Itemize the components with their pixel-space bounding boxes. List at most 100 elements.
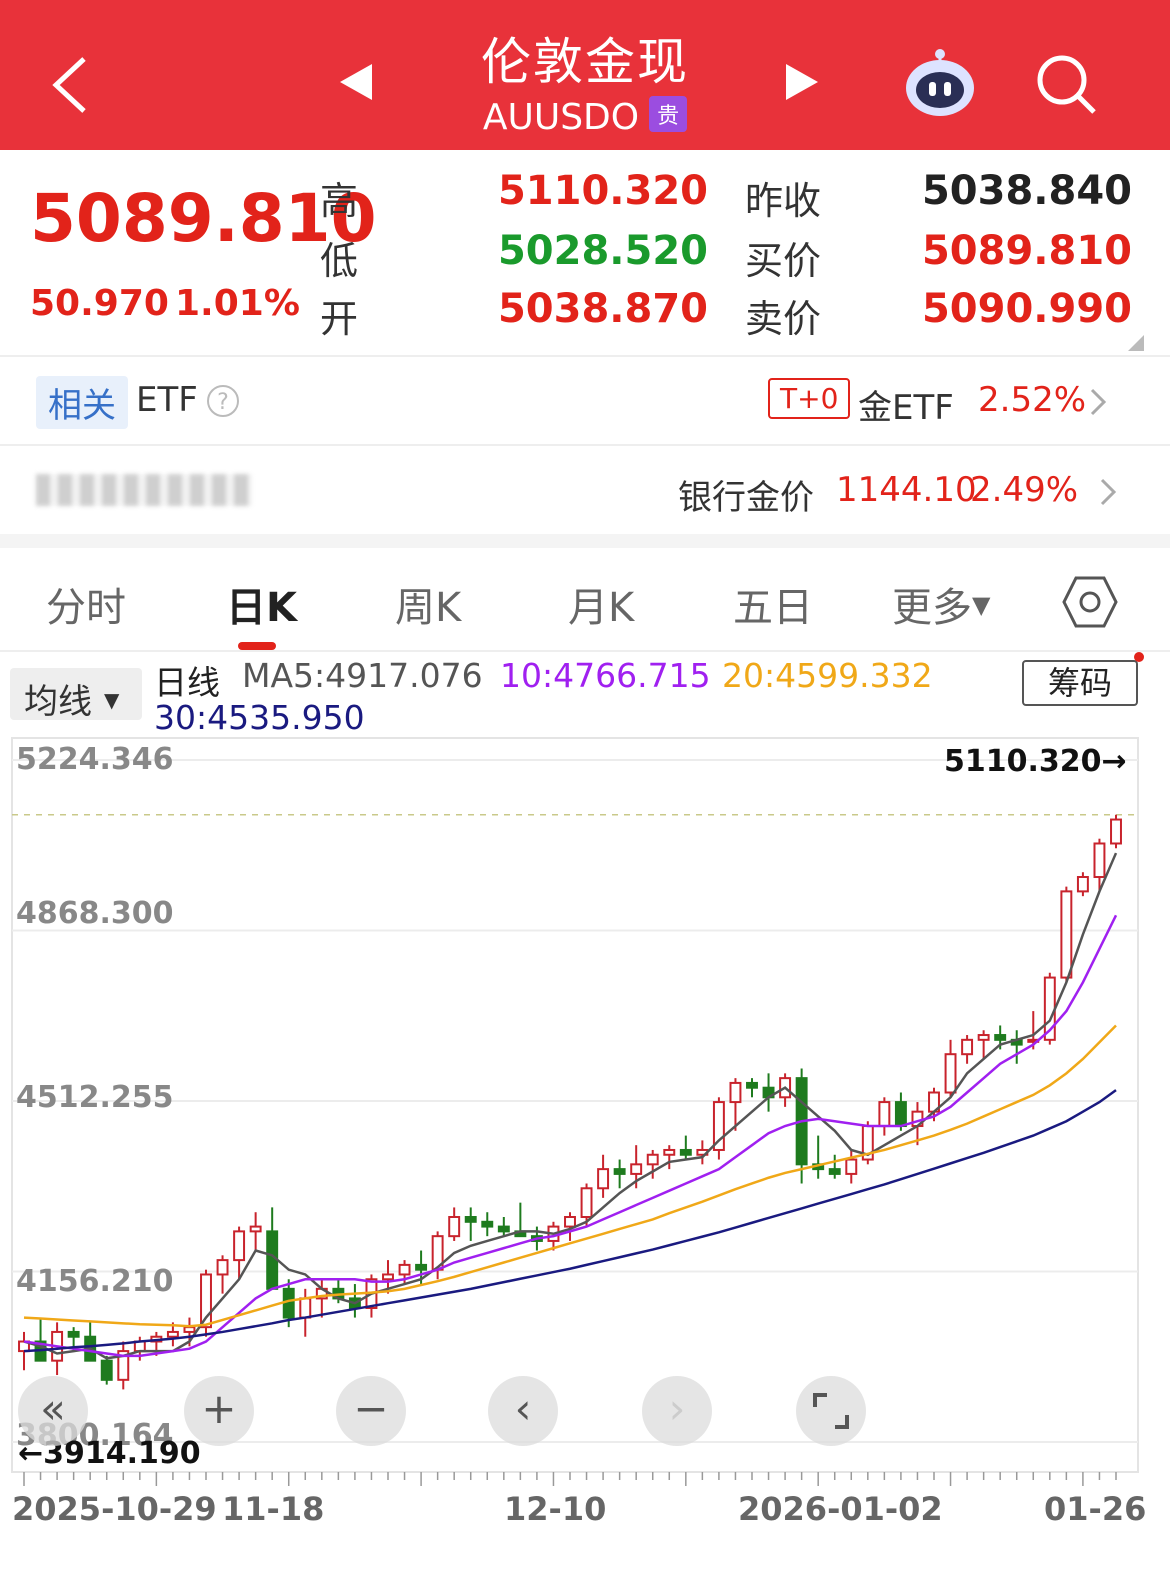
- section-gap: [0, 534, 1170, 548]
- tab-weekly-k[interactable]: 周K: [395, 575, 461, 633]
- blurred-ad-text: [36, 474, 252, 506]
- candle-body: [679, 1148, 692, 1156]
- bank-gold-label: 银行金价: [678, 478, 814, 518]
- bank-gold-price: 1144.10: [836, 470, 977, 510]
- candle-body: [729, 1081, 742, 1104]
- scroll-start-button[interactable]: «: [18, 1376, 88, 1446]
- indicator-select-label: 均线: [24, 682, 92, 722]
- candle-body: [249, 1225, 262, 1233]
- divider: [0, 650, 1170, 652]
- zoom-in-button[interactable]: +: [184, 1376, 254, 1446]
- candle-body: [944, 1053, 957, 1094]
- candle-body: [1076, 876, 1089, 893]
- candle-body: [183, 1326, 196, 1333]
- quote-panel: 5089.810 50.970 1.01% 高 低 开 5110.320 502…: [0, 150, 1170, 355]
- y-tick-label: 5224.346: [16, 742, 174, 777]
- candle-body: [216, 1259, 229, 1276]
- candle-body: [597, 1168, 610, 1190]
- etf-label: ETF: [136, 380, 198, 420]
- code-text: AUUSDO: [482, 97, 640, 138]
- chevron-right-icon: [1090, 388, 1107, 416]
- high-label: 高: [320, 179, 359, 223]
- candle-body: [1093, 842, 1106, 879]
- ma10-value: 10:4766.715: [500, 656, 711, 695]
- low-label: 低: [320, 239, 359, 283]
- candle-body: [580, 1187, 593, 1219]
- instrument-code: AUUSDO 贵: [0, 96, 1170, 138]
- tab-daily-k[interactable]: 日K: [226, 575, 297, 633]
- zoom-out-button[interactable]: −: [336, 1376, 406, 1446]
- gold-etf-pct: 2.52%: [978, 380, 1087, 420]
- x-tick-label: 2026-01-02: [738, 1490, 943, 1528]
- prev-close-label: 昨收: [745, 179, 822, 223]
- svg-text:?: ?: [217, 390, 229, 415]
- instrument-name: 伦敦金现: [481, 33, 689, 91]
- candle-body: [961, 1038, 974, 1056]
- tab-more[interactable]: 更多▼: [892, 575, 990, 633]
- candle-body: [299, 1297, 312, 1319]
- candle-body: [1110, 818, 1122, 845]
- max-price-marker: 5110.320→: [944, 744, 1127, 779]
- candle-body: [564, 1216, 576, 1228]
- candle-body: [1060, 890, 1073, 979]
- tab-five-day[interactable]: 五日: [733, 575, 813, 633]
- pan-right-button[interactable]: ›: [642, 1376, 712, 1446]
- candle-body: [100, 1359, 113, 1381]
- tab-intraday[interactable]: 分时: [46, 575, 126, 633]
- candle-body: [481, 1220, 494, 1228]
- bank-gold-pct: 2.49%: [970, 470, 1079, 510]
- candle-body: [282, 1287, 295, 1319]
- bank-gold-row[interactable]: 银行金价 1144.10 2.49%: [0, 446, 1170, 534]
- x-tick-label: 12-10: [504, 1490, 607, 1528]
- bid-label: 买价: [745, 239, 822, 283]
- candle-body: [398, 1263, 411, 1276]
- y-tick-label: 4512.255: [16, 1080, 174, 1115]
- help-icon[interactable]: ?: [206, 384, 240, 418]
- candle-body: [845, 1158, 858, 1175]
- indicator-select[interactable]: 均线 ▼: [10, 668, 142, 722]
- x-tick-label: 2025-10-29: [12, 1490, 217, 1528]
- chart-frame: [11, 737, 1139, 1473]
- pan-left-button[interactable]: ‹: [488, 1376, 558, 1446]
- prev-close-value: 5038.840: [921, 168, 1132, 214]
- x-tick-label: 11-18: [222, 1490, 325, 1528]
- ask-value: 5090.990: [921, 286, 1132, 332]
- related-tag: 相关: [36, 376, 128, 429]
- open-label: 开: [320, 297, 359, 341]
- next-instrument-icon[interactable]: [784, 62, 820, 102]
- candle-body: [233, 1230, 246, 1262]
- candle-body: [67, 1330, 80, 1338]
- chevron-right-icon: [1100, 478, 1117, 506]
- dropdown-caret-icon: ▼: [972, 591, 991, 619]
- high-value: 5110.320: [497, 168, 708, 214]
- y-tick-label: 4156.210: [16, 1264, 174, 1299]
- chip-distribution-button[interactable]: 筹码: [1022, 660, 1138, 706]
- candle-body: [448, 1216, 461, 1238]
- tab-more-label: 更多: [892, 585, 972, 631]
- fullscreen-button[interactable]: [796, 1376, 866, 1446]
- ma5-value: MA5:4917.076: [242, 656, 483, 695]
- candlestick-chart[interactable]: [0, 736, 1170, 1496]
- candle-body: [663, 1148, 676, 1156]
- line-type-label: 日线: [154, 663, 220, 702]
- notification-dot: [1134, 652, 1144, 662]
- robot-assistant-icon[interactable]: [902, 44, 978, 120]
- tab-monthly-k[interactable]: 月K: [568, 575, 634, 633]
- expand-corner-icon[interactable]: [1128, 335, 1144, 351]
- t0-badge: T+0: [768, 378, 851, 419]
- candle-body: [497, 1225, 510, 1233]
- settings-hexagon-icon[interactable]: [1062, 574, 1118, 630]
- search-icon[interactable]: [1034, 52, 1100, 118]
- candle-body: [878, 1101, 891, 1128]
- active-tab-indicator: [238, 642, 276, 650]
- low-value: 5028.520: [497, 228, 708, 274]
- header-bar: 伦敦金现 AUUSDO 贵: [0, 0, 1170, 150]
- candle-body: [166, 1330, 179, 1338]
- candle-body: [746, 1081, 758, 1089]
- period-tabs: 分时 日K 周K 月K 五日 更多▼: [0, 560, 1170, 650]
- candle-body: [266, 1230, 279, 1290]
- related-etf-row[interactable]: 相关 ETF ? T+0 金ETF 2.52%: [0, 356, 1170, 444]
- candle-body: [630, 1163, 643, 1175]
- price-change: 50.970: [30, 283, 169, 324]
- candle-body: [382, 1273, 394, 1281]
